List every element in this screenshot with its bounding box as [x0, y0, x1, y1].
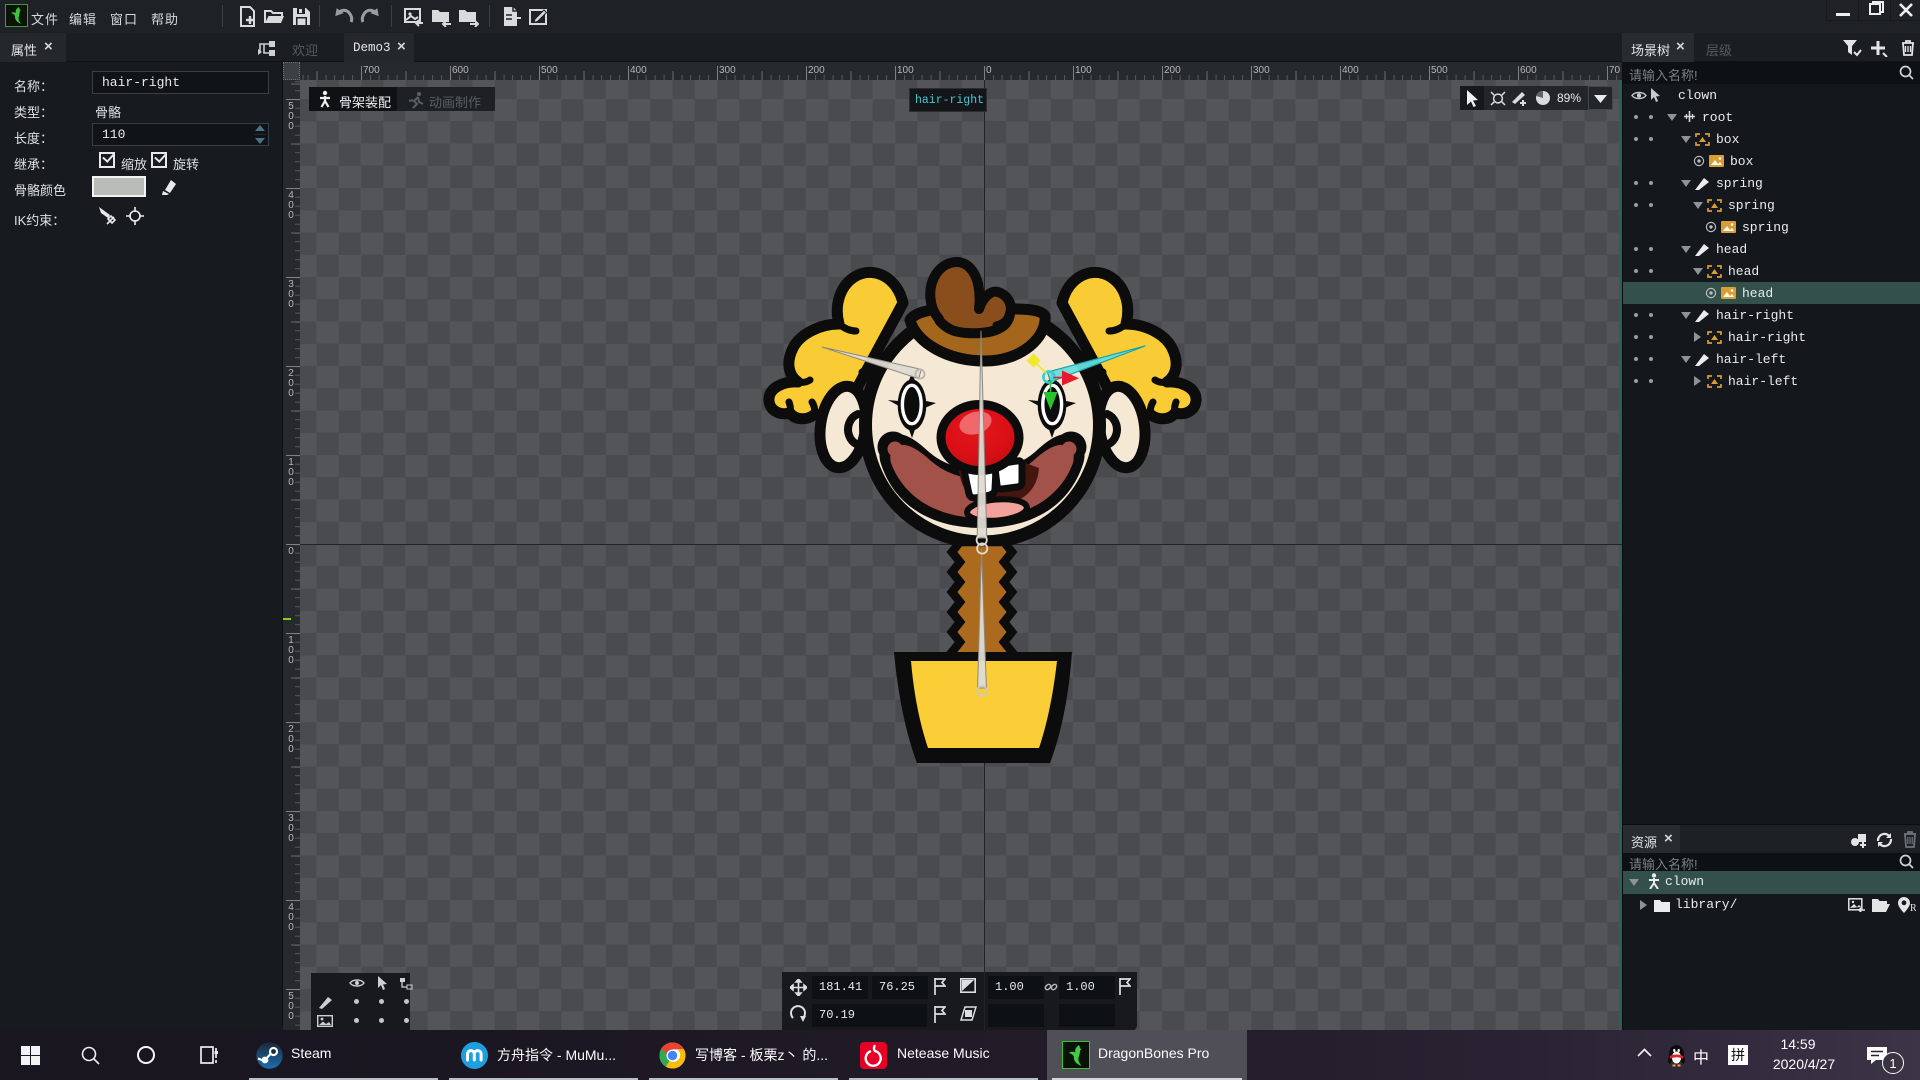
- svg-text:R: R: [1910, 903, 1916, 913]
